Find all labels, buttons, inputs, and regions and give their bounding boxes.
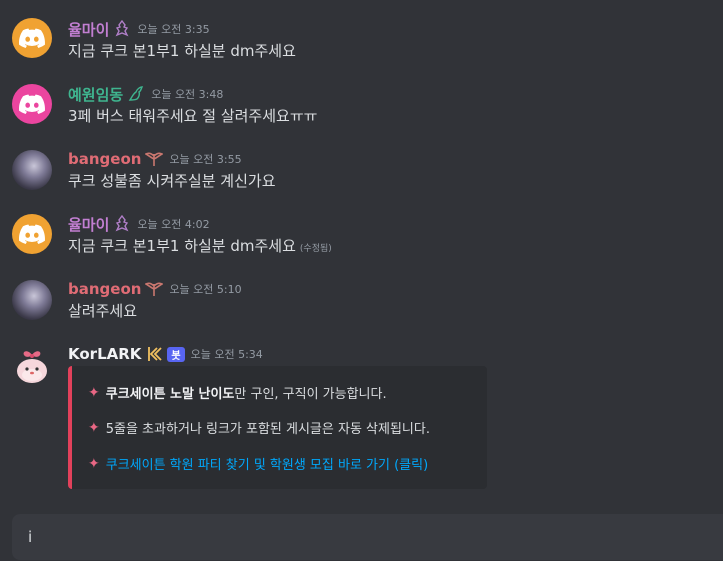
- avatar[interactable]: [12, 214, 52, 254]
- embed-line: ✦ 쿠크세이튼 노말 난이도 만 구인, 구직이 가능합니다.: [88, 383, 387, 403]
- avatar[interactable]: [12, 18, 52, 58]
- username[interactable]: 율마이: [68, 214, 109, 235]
- sparkle-icon: ✦: [88, 455, 100, 472]
- username[interactable]: bangeon: [68, 150, 141, 168]
- avatar[interactable]: [12, 345, 52, 385]
- mokoko-icon: [17, 351, 47, 383]
- wings-icon[interactable]: [145, 150, 164, 168]
- crest-icon[interactable]: [113, 215, 131, 233]
- message-content: 지금 쿠크 본1부1 하실분 dm주세요: [68, 42, 296, 60]
- discord-logo-icon: [19, 224, 45, 244]
- message-input[interactable]: i: [12, 514, 723, 560]
- username[interactable]: KorLARK: [68, 345, 141, 363]
- timestamp: 오늘 오전 5:10: [169, 283, 242, 296]
- embed-text: 5줄을 초과하거나 링크가 포함된 게시글은 자동 삭제됩니다.: [105, 422, 430, 437]
- embed-link[interactable]: 쿠크세이튼 학원 파티 찾기 및 학원생 모집 바로 가기 (클릭): [106, 454, 428, 473]
- message-input-value[interactable]: i: [28, 528, 32, 546]
- message-content: 3페 버스 태워주세요 절 살려주세요ㅠㅠ: [68, 107, 318, 125]
- bot-tag: 봇: [167, 346, 185, 362]
- message-content: 지금 쿠크 본1부1 하실분 dm주세요 (수정됨): [68, 235, 332, 256]
- wings-icon[interactable]: [145, 280, 164, 298]
- discord-logo-icon: [19, 28, 45, 48]
- timestamp: 오늘 오전 3:48: [151, 88, 224, 101]
- message-content: 살려주세요: [68, 302, 138, 320]
- embed-line: ✦ 5줄을 초과하거나 링크가 포함된 게시글은 자동 삭제됩니다.: [88, 418, 430, 438]
- timestamp: 오늘 오전 5:34: [190, 348, 263, 361]
- embed: ✦ 쿠크세이튼 노말 난이도 만 구인, 구직이 가능합니다. ✦ 5줄을 초과하…: [68, 366, 487, 489]
- timestamp: 오늘 오전 3:55: [169, 153, 242, 166]
- avatar[interactable]: [12, 150, 52, 190]
- username[interactable]: 예원임동: [68, 84, 123, 105]
- crest-icon[interactable]: [113, 20, 131, 38]
- avatar[interactable]: [12, 84, 52, 124]
- edited-label: (수정됨): [299, 244, 332, 254]
- timestamp: 오늘 오전 4:02: [137, 218, 210, 231]
- discord-logo-icon: [19, 94, 45, 114]
- message-content: 쿠크 성불좀 시켜주실분 계신가요: [68, 172, 276, 190]
- username[interactable]: 율마이: [68, 19, 109, 40]
- sparkle-icon: ✦: [88, 419, 100, 436]
- message-text: 지금 쿠크 본1부1 하실분 dm주세요: [68, 237, 296, 255]
- chat-channel: 율마이 오늘 오전 3:35 지금 쿠크 본1부1 하실분 dm주세요 예원임동…: [0, 0, 723, 561]
- sparkle-icon: ✦: [88, 384, 100, 401]
- dragon-icon[interactable]: [127, 85, 145, 103]
- arrow-badge-icon: [145, 345, 163, 363]
- avatar[interactable]: [12, 280, 52, 320]
- embed-line: ✦ 쿠크세이튼 학원 파티 찾기 및 학원생 모집 바로 가기 (클릭): [88, 454, 428, 474]
- username[interactable]: bangeon: [68, 280, 141, 298]
- timestamp: 오늘 오전 3:35: [137, 23, 210, 36]
- embed-bold-text: 쿠크세이튼 노말 난이도: [105, 387, 235, 402]
- embed-text: 만 구인, 구직이 가능합니다.: [234, 387, 387, 402]
